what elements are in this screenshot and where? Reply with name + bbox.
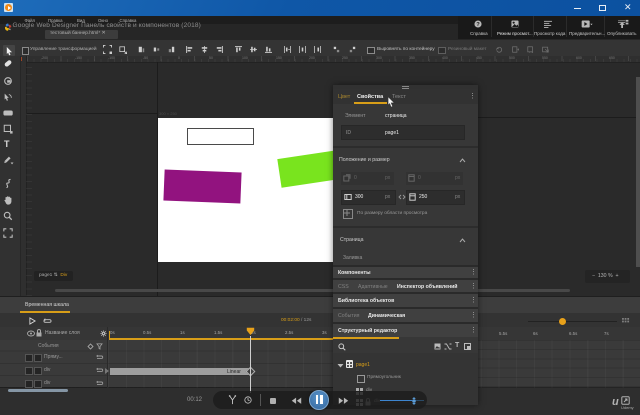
svg-text:?: ?	[476, 22, 480, 28]
